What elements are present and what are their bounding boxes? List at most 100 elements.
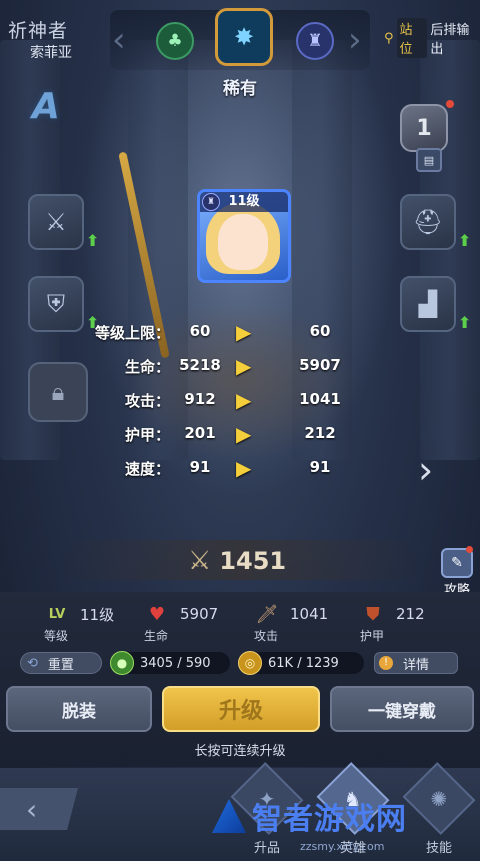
upgrade-arrow-icon: ⬆ — [458, 231, 472, 250]
equip-slot-helmet[interactable]: ⛑ ⬆ — [400, 194, 471, 250]
stat-label: 护甲： — [124, 426, 170, 444]
heart-icon: ♥ — [148, 603, 166, 625]
chevron-left-icon[interactable]: ‹ — [112, 20, 126, 60]
weapon-icon: ⚔ — [28, 194, 84, 250]
summary-attack-value: 1041 — [290, 605, 329, 623]
stats-comparison: 等级上限： 60 ▶ 60 生命： 5218 ▶ 5907 攻击： 912 ▶ 1041 护甲： 201 ▶… — [40, 318, 420, 488]
watermark-text: 智者游戏网 — [252, 802, 407, 837]
summary-level-label: 等级 — [44, 629, 69, 643]
summary-level-value: 11级 — [80, 605, 115, 624]
stat-label: 速度： — [124, 460, 170, 478]
stat-next: 60 — [309, 322, 331, 340]
portrait-face — [218, 214, 268, 270]
stat-row: 生命： 5218 ▶ 5907 — [40, 352, 420, 386]
hero-grade: A — [32, 86, 60, 127]
rank-number: 1 — [416, 115, 432, 141]
power-value: 1451 — [219, 547, 287, 575]
gold-coin-icon: ◎ — [238, 651, 262, 675]
exp-value: 3405 / 590 — [140, 655, 211, 671]
back-button[interactable]: ‹ — [0, 788, 78, 830]
notification-dot — [466, 546, 473, 553]
skill-icon: ✺ — [402, 762, 476, 835]
upgrade-button[interactable]: 升级 — [162, 686, 320, 732]
arrow-right-icon: ▶ — [236, 456, 252, 480]
hero-portrait: 11级 ♜ — [197, 189, 291, 283]
arrow-right-icon: ▶ — [236, 388, 252, 412]
hold-to-upgrade-tip: 长按可连续升级 — [194, 744, 286, 759]
summary-hp-value: 5907 — [180, 605, 219, 623]
stat-current: 5218 — [179, 356, 221, 374]
arrow-right-icon: ▶ — [236, 422, 252, 446]
summary-hp-label: 生命 — [144, 629, 169, 643]
stat-current: 912 — [184, 390, 216, 408]
tab-skill[interactable]: ✺ 技能 — [402, 762, 476, 856]
arrow-left-icon: ‹ — [26, 792, 38, 826]
notification-dot — [446, 100, 454, 108]
level-icon: LV — [48, 606, 66, 622]
shield-icon: ⛊ — [366, 603, 380, 625]
reset-label: 重置 — [47, 657, 74, 673]
arrow-right-icon: ▶ — [236, 320, 252, 344]
faction-helmet-icon[interactable]: ♜ — [296, 22, 334, 60]
summary-hp: ♥ 5907 生命 — [144, 602, 218, 644]
stat-row: 等级上限： 60 ▶ 60 — [40, 318, 420, 352]
summary-attack: 🗡︎ 1041 攻击 — [254, 602, 328, 644]
stat-current: 91 — [189, 458, 211, 476]
stat-current: 201 — [184, 424, 216, 442]
detail-label: 详情 — [403, 657, 430, 673]
position-info: ⚲ 站位 后排输出 — [384, 18, 480, 58]
stat-label: 等级上限： — [94, 324, 170, 342]
arrow-right-icon: ▶ — [236, 354, 252, 378]
stat-row: 攻击： 912 ▶ 1041 — [40, 386, 420, 420]
resource-bar: ⟲ 重置 ● 3405 / 590 ◎ 61K / 1239 ! 详情 — [20, 651, 460, 676]
stat-next: 91 — [309, 458, 331, 476]
watermark-logo-icon — [212, 799, 246, 833]
tab-promote-label: 升品 — [253, 841, 280, 856]
stat-summary: LV 11级 等级 ♥ 5907 生命 🗡︎ 1041 攻击 ⛊ 212 护甲 — [0, 600, 480, 646]
hero-name: 索菲亚 — [30, 45, 72, 61]
summary-armor-label: 护甲 — [360, 629, 385, 643]
hero-title: 祈神者 — [8, 20, 69, 42]
stat-row: 护甲： 201 ▶ 212 — [40, 420, 420, 454]
unequip-button[interactable]: 脱装 — [6, 686, 152, 732]
gold-resource: ◎ 61K / 1239 — [238, 651, 364, 675]
position-tag: 站位 — [396, 18, 428, 58]
summary-armor-value: 212 — [396, 605, 425, 623]
watermark-url: zzsmy.xcfy.com — [300, 840, 385, 853]
upgrade-arrow-icon: ⬆ — [458, 313, 472, 332]
faction-nature-icon[interactable]: ♣ — [156, 22, 194, 60]
stat-next: 212 — [304, 424, 336, 442]
watermark: 智者游戏网 — [212, 794, 407, 838]
book-icon[interactable]: ▤ — [416, 148, 442, 172]
sword-icon: 🗡︎ — [255, 603, 279, 625]
chevron-right-icon[interactable]: › — [348, 20, 362, 60]
reset-button[interactable]: ⟲ 重置 — [20, 652, 102, 674]
position-value: 后排输出 — [430, 23, 470, 57]
summary-level: LV 11级 等级 — [44, 602, 114, 644]
equip-slot-weapon[interactable]: ⚔ ⬆ — [28, 194, 99, 250]
location-pin-icon: ⚲ — [384, 30, 394, 46]
stat-label: 攻击： — [124, 392, 170, 410]
summary-attack-label: 攻击 — [254, 629, 279, 643]
helmet-icon: ⛑ — [400, 194, 456, 250]
exp-potion-icon: ● — [110, 651, 134, 675]
exp-resource: ● 3405 / 590 — [110, 651, 230, 675]
stat-next: 1041 — [299, 390, 341, 408]
rarity-label: 稀有 — [223, 79, 257, 99]
rank-badge[interactable]: 1 — [400, 104, 448, 152]
stat-row: 速度： 91 ▶ 91 — [40, 454, 420, 488]
stat-label: 生命： — [124, 358, 170, 376]
power-display: ⚔ 1451 — [188, 546, 286, 576]
summary-armor: ⛊ 212 护甲 — [360, 602, 425, 644]
info-icon: ! — [379, 656, 393, 670]
tab-skill-label: 技能 — [425, 841, 452, 856]
faction-water-icon[interactable]: ✸ — [215, 8, 273, 66]
stat-current: 60 — [189, 322, 211, 340]
guide-button[interactable]: ✎ 攻略 — [440, 548, 474, 598]
upgrade-arrow-icon: ⬆ — [86, 231, 100, 250]
gold-value: 61K / 1239 — [268, 655, 339, 671]
detail-button[interactable]: ! 详情 — [374, 652, 458, 674]
next-hero-arrow-icon[interactable]: › — [418, 448, 433, 492]
portrait-faction-icon: ♜ — [202, 193, 220, 211]
equip-all-button[interactable]: 一键穿戴 — [330, 686, 474, 732]
